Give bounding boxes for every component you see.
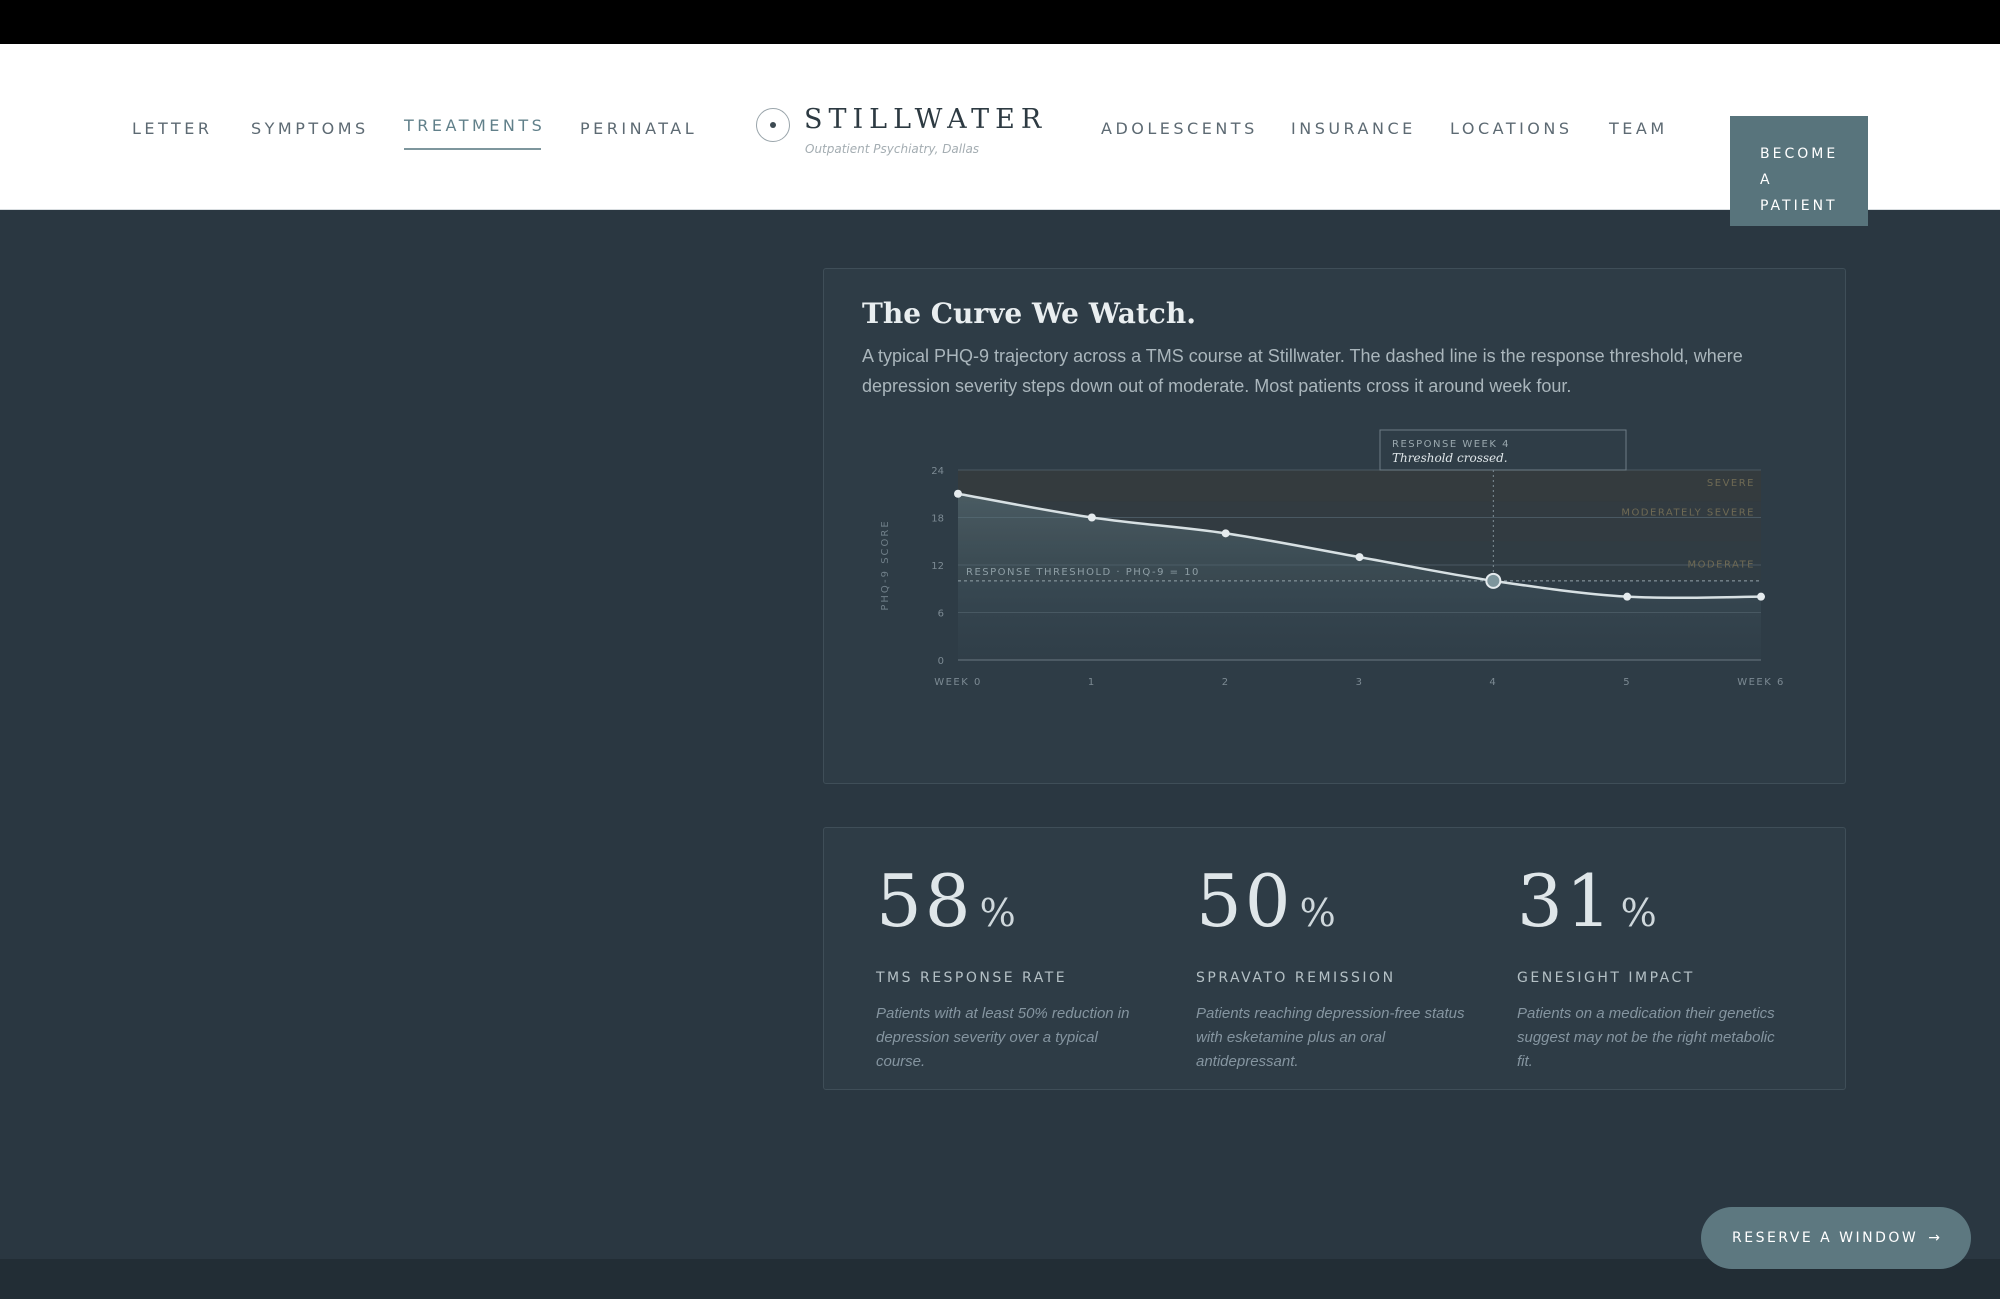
cta-line-2: A	[1760, 172, 1773, 188]
reserve-label: RESERVE A WINDOW	[1732, 1230, 1919, 1246]
data-point	[1221, 529, 1230, 538]
site-header: LETTER SYMPTOMS TREATMENTS PERINATAL STI…	[0, 44, 2000, 226]
logo[interactable]: STILLWATER Outpatient Psychiatry, Dallas	[756, 104, 1056, 166]
nav-letter[interactable]: LETTER	[132, 119, 213, 149]
band-label: MODERATE	[1687, 559, 1755, 570]
stat-description: Patients on a medication their genetics …	[1517, 1005, 1775, 1070]
stat-description: Patients reaching depression-free status…	[1196, 1005, 1465, 1070]
y-tick-label: 24	[931, 466, 944, 477]
x-tick-label: 3	[1356, 677, 1364, 688]
become-a-patient-button[interactable]: BECOME A PATIENT	[1730, 116, 1868, 226]
stat-genesight: 31% GENESIGHT IMPACT Patients on a medic…	[1517, 858, 1787, 1074]
annotation-heading: RESPONSE WEEK 4	[1392, 439, 1510, 450]
stat-value: 50%	[1196, 859, 1339, 943]
x-tick-label: WEEK 0	[934, 677, 982, 688]
severity-band	[958, 470, 1761, 502]
threshold-label: RESPONSE THRESHOLD · PHQ-9 = 10	[966, 567, 1200, 578]
data-point	[1087, 513, 1096, 522]
nav-perinatal[interactable]: PERINATAL	[580, 119, 697, 149]
stat-spravato: 50% SPRAVATO REMISSION Patients reaching…	[1196, 858, 1466, 1074]
nav-team[interactable]: TEAM	[1609, 119, 1668, 149]
y-tick-label: 18	[931, 514, 944, 525]
cta-line-1: BECOME	[1760, 146, 1839, 162]
x-tick-label: 4	[1489, 677, 1497, 688]
band-label: MODERATELY SEVERE	[1621, 508, 1755, 519]
x-tick-label: 5	[1623, 677, 1631, 688]
reserve-a-window-button[interactable]: RESERVE A WINDOW →	[1701, 1207, 1971, 1269]
stat-value: 58%	[876, 859, 1019, 943]
stat-value: 31%	[1517, 859, 1660, 943]
data-point	[1355, 553, 1364, 562]
logo-tagline: Outpatient Psychiatry, Dallas	[805, 142, 980, 156]
x-tick-label: WEEK 6	[1737, 677, 1785, 688]
nav-locations[interactable]: LOCATIONS	[1450, 119, 1573, 149]
data-point	[1623, 592, 1632, 601]
stat-label: SPRAVATO REMISSION	[1196, 970, 1396, 986]
nav-insurance[interactable]: INSURANCE	[1291, 119, 1416, 149]
x-tick-label: 1	[1088, 677, 1096, 688]
data-point	[954, 489, 962, 498]
nav-adolescents[interactable]: ADOLESCENTS	[1101, 119, 1258, 149]
stat-tms: 58% TMS RESPONSE RATE Patients with at l…	[876, 858, 1146, 1074]
annotation-text: Threshold crossed.	[1392, 451, 1508, 465]
y-axis-label: PHQ-9 SCORE	[880, 519, 891, 610]
data-point	[1757, 592, 1765, 601]
phq9-trajectory-chart: 06121824PHQ-9 SCORESEVEREMODERATELY SEVE…	[880, 429, 1785, 688]
nav-treatments[interactable]: TREATMENTS	[404, 116, 545, 150]
arrow-right-icon: →	[1928, 1230, 1940, 1246]
y-tick-label: 6	[938, 609, 944, 620]
x-tick-label: 2	[1222, 677, 1230, 688]
y-tick-label: 0	[938, 656, 944, 667]
data-point	[1485, 572, 1502, 589]
cta-line-3: PATIENT	[1760, 198, 1838, 214]
footer-strip	[0, 1259, 2000, 1299]
band-label: SEVERE	[1707, 478, 1755, 489]
nav-symptoms[interactable]: SYMPTOMS	[251, 119, 369, 149]
chart-card: The Curve We Watch. A typical PHQ-9 traj…	[823, 268, 1846, 784]
stat-label: GENESIGHT IMPACT	[1517, 970, 1695, 986]
top-black-bar	[0, 0, 2000, 44]
logo-name: STILLWATER	[804, 104, 1048, 135]
logo-ring-icon	[756, 108, 790, 142]
stat-label: TMS RESPONSE RATE	[876, 970, 1068, 986]
stat-description: Patients with at least 50% reduction in …	[876, 1005, 1130, 1070]
stats-card: 58% TMS RESPONSE RATE Patients with at l…	[823, 827, 1846, 1090]
y-tick-label: 12	[931, 561, 944, 572]
